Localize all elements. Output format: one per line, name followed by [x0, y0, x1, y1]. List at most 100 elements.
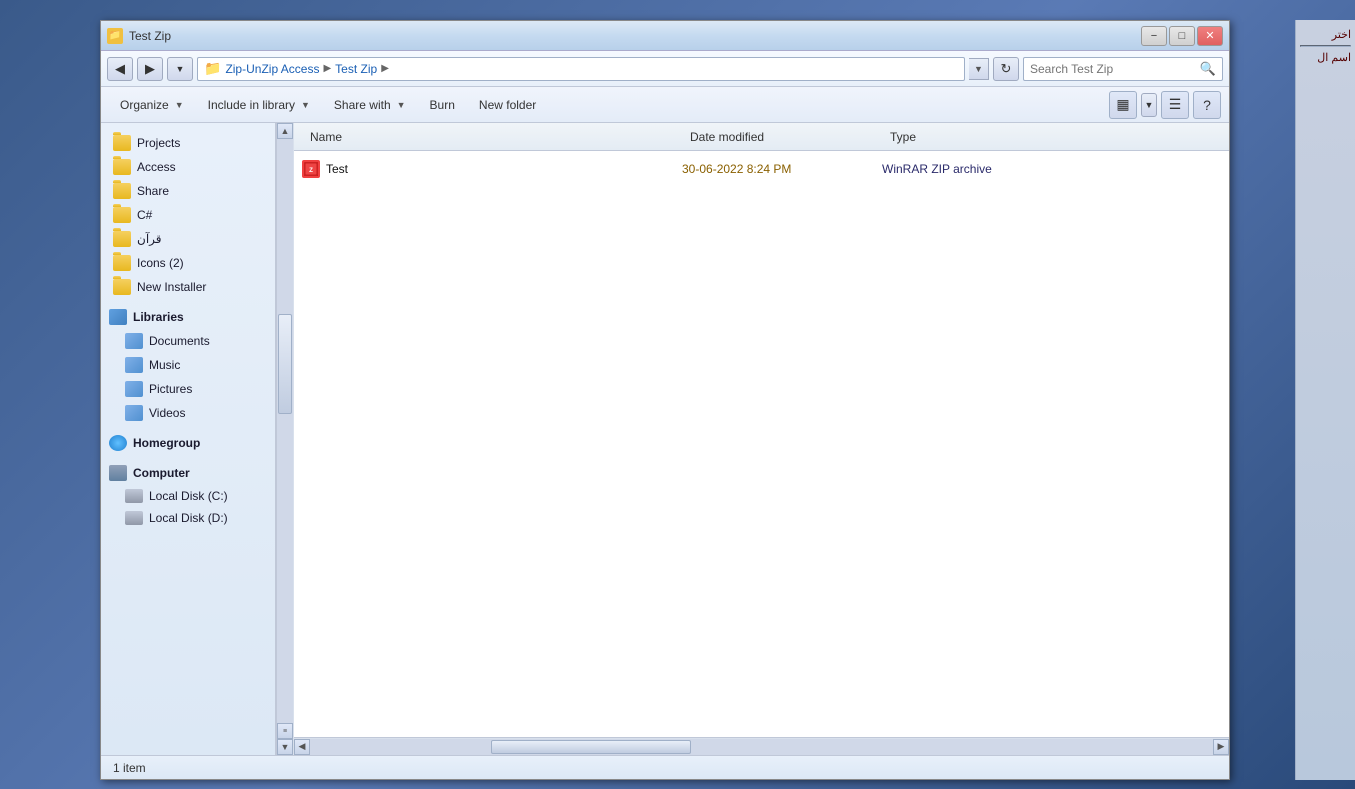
sidebar-label-disk-d: Local Disk (D:) [149, 511, 228, 525]
file-area: Name Date modified Type Z [294, 123, 1229, 755]
minimize-button[interactable]: − [1141, 26, 1167, 46]
dropdown-button[interactable]: ▼ [167, 57, 193, 81]
right-panel-text1: اختر [1300, 28, 1351, 41]
burn-label: Burn [430, 98, 455, 112]
organize-button[interactable]: Organize ▼ [109, 91, 195, 119]
sidebar-label-music: Music [149, 358, 180, 372]
sidebar-libraries-header[interactable]: Libraries [101, 303, 275, 329]
sidebar-item-disk-c[interactable]: Local Disk (C:) [101, 485, 275, 507]
h-scroll-right-arrow[interactable]: ▶ [1213, 739, 1229, 755]
folder-icon-access [113, 159, 131, 175]
sidebar-item-documents[interactable]: Documents [101, 329, 275, 353]
share-with-button[interactable]: Share with ▼ [323, 91, 417, 119]
folder-icon-small: 📁 [204, 60, 221, 77]
breadcrumb-dropdown[interactable]: ▼ [969, 58, 989, 80]
sidebar-label-quran: قرآن [137, 232, 162, 246]
h-scroll-thumb[interactable] [491, 740, 691, 754]
address-bar: ◀ ▶ ▼ 📁 Zip-UnZip Access ▶ Test Zip ▶ ▼ … [101, 51, 1229, 87]
documents-icon [125, 333, 143, 349]
sidebar-item-projects[interactable]: Projects [101, 131, 275, 155]
new-folder-button[interactable]: New folder [468, 91, 547, 119]
burn-button[interactable]: Burn [419, 91, 466, 119]
close-button[interactable]: ✕ [1197, 26, 1223, 46]
refresh-button[interactable]: ↻ [993, 57, 1019, 81]
search-bar[interactable]: 🔍 [1023, 57, 1223, 81]
scroll-thumb[interactable] [278, 314, 292, 414]
breadcrumb-part1[interactable]: Zip-UnZip Access [225, 62, 319, 76]
folder-icon-projects [113, 135, 131, 151]
folder-icon-quran [113, 231, 131, 247]
window-icon: 📁 [107, 28, 123, 44]
breadcrumb[interactable]: 📁 Zip-UnZip Access ▶ Test Zip ▶ [197, 57, 965, 81]
scroll-track[interactable] [277, 139, 293, 723]
view-toggle-button[interactable]: ▦ [1109, 91, 1137, 119]
file-list: Z Test 30-06-2022 8:24 PM WinRAR ZIP arc… [294, 151, 1229, 737]
table-row[interactable]: Z Test 30-06-2022 8:24 PM WinRAR ZIP arc… [294, 155, 1229, 183]
breadcrumb-part2[interactable]: Test Zip [335, 62, 377, 76]
libraries-icon [109, 309, 127, 325]
folder-icon-icons [113, 255, 131, 271]
scroll-down-arrow[interactable]: ▼ [277, 739, 293, 755]
h-scroll-track[interactable] [310, 739, 1213, 755]
title-bar-left: 📁 Test Zip [107, 28, 171, 44]
homegroup-icon [109, 435, 127, 451]
file-name: Test [326, 162, 348, 176]
sidebar-computer-header[interactable]: Computer [101, 459, 275, 485]
h-scroll-left-arrow[interactable]: ◀ [294, 739, 310, 755]
share-with-label: Share with [334, 98, 391, 112]
share-dropdown-icon: ▼ [397, 100, 406, 110]
include-in-library-label: Include in library [208, 98, 295, 112]
file-type-cell: WinRAR ZIP archive [882, 162, 1062, 176]
sidebar-label-disk-c: Local Disk (C:) [149, 489, 228, 503]
sidebar-homegroup-header[interactable]: Homegroup [101, 429, 275, 455]
disk-c-icon [125, 489, 143, 503]
scroll-up-arrow[interactable]: ▲ [277, 123, 293, 139]
sidebar-scrollbar[interactable]: ▲ ≡ ▼ [276, 123, 294, 755]
details-view-button[interactable]: ☰ [1161, 91, 1189, 119]
toolbar-right: ▦ ▼ ☰ ? [1109, 91, 1221, 119]
sidebar-item-quran[interactable]: قرآن [101, 227, 275, 251]
sidebar-label-documents: Documents [149, 334, 210, 348]
scroll-mid-arrow[interactable]: ≡ [277, 723, 293, 739]
sidebar-item-pictures[interactable]: Pictures [101, 377, 275, 401]
column-headers: Name Date modified Type [294, 123, 1229, 151]
main-area: Projects Access Share C# قرآن Icons (2) [101, 123, 1229, 755]
music-icon [125, 357, 143, 373]
sidebar-item-share[interactable]: Share [101, 179, 275, 203]
sidebar-label-new-installer: New Installer [137, 280, 206, 294]
sidebar-item-videos[interactable]: Videos [101, 401, 275, 425]
sidebar-item-new-installer[interactable]: New Installer [101, 275, 275, 299]
sidebar-label-csharp: C# [137, 208, 152, 222]
sidebar-item-csharp[interactable]: C# [101, 203, 275, 227]
include-in-library-button[interactable]: Include in library ▼ [197, 91, 321, 119]
sidebar-item-disk-d[interactable]: Local Disk (D:) [101, 507, 275, 529]
breadcrumb-sep2: ▶ [381, 63, 389, 74]
computer-icon [109, 465, 127, 481]
view-dropdown-button[interactable]: ▼ [1141, 93, 1157, 117]
sidebar-label-icons: Icons (2) [137, 256, 184, 270]
col-header-date[interactable]: Date modified [682, 130, 882, 144]
help-button[interactable]: ? [1193, 91, 1221, 119]
forward-button[interactable]: ▶ [137, 57, 163, 81]
file-name-cell: Z Test [302, 160, 682, 178]
sidebar-item-music[interactable]: Music [101, 353, 275, 377]
col-header-name[interactable]: Name [302, 130, 682, 144]
search-input[interactable] [1030, 62, 1196, 76]
maximize-button[interactable]: □ [1169, 26, 1195, 46]
back-button[interactable]: ◀ [107, 57, 133, 81]
new-folder-label: New folder [479, 98, 536, 112]
col-header-type[interactable]: Type [882, 130, 1062, 144]
sidebar-label-videos: Videos [149, 406, 185, 420]
status-bar: 1 item [101, 755, 1229, 779]
sidebar-label-pictures: Pictures [149, 382, 192, 396]
horizontal-scrollbar[interactable]: ◀ ▶ [294, 737, 1229, 755]
sidebar-item-icons[interactable]: Icons (2) [101, 251, 275, 275]
status-text: 1 item [113, 761, 146, 775]
title-controls: − □ ✕ [1141, 26, 1223, 46]
folder-icon-new-installer [113, 279, 131, 295]
sidebar-item-access[interactable]: Access [101, 155, 275, 179]
sidebar-computer-label: Computer [133, 466, 190, 480]
svg-text:Z: Z [309, 167, 313, 174]
sidebar-label-projects: Projects [137, 136, 180, 150]
include-dropdown-icon: ▼ [301, 100, 310, 110]
